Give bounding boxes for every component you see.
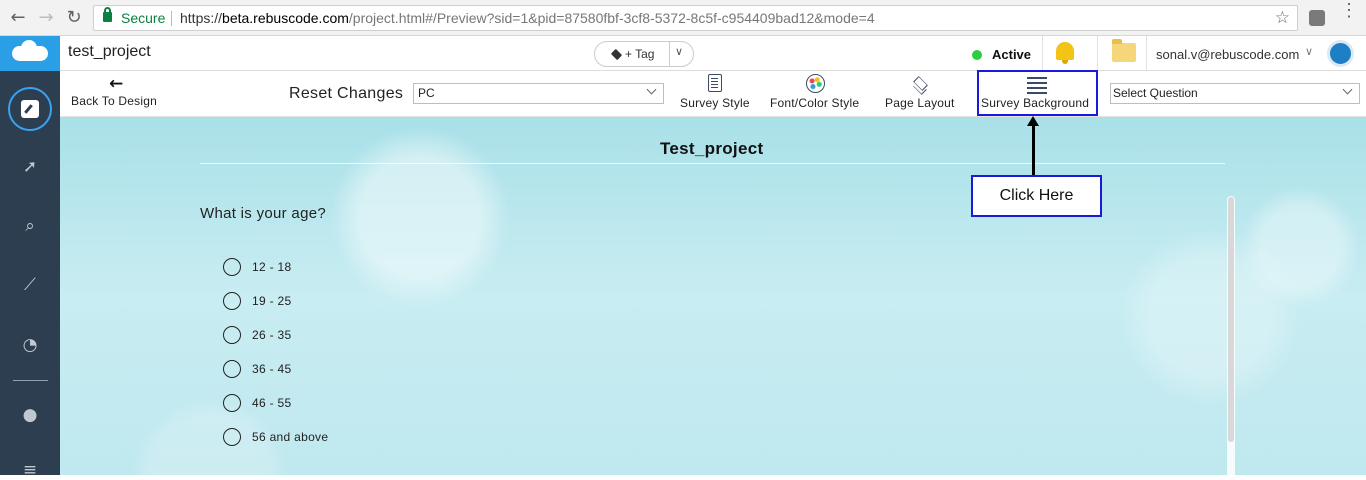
option-label[interactable]: 36 - 45 — [252, 362, 291, 376]
folder-icon[interactable] — [1112, 39, 1136, 62]
select-question-dropdown[interactable]: Select Question — [1110, 83, 1360, 104]
option-label[interactable]: 56 and above — [252, 430, 328, 444]
url-path: /project.html#/Preview?sid=1&pid=87580fb… — [348, 10, 875, 26]
url-text[interactable]: https://beta.rebuscode.com/project.html#… — [180, 6, 875, 30]
select-question-placeholder: Select Question — [1113, 86, 1198, 100]
secure-label: Secure — [121, 10, 166, 26]
project-name: test_project — [68, 43, 151, 60]
sidebar-divider — [13, 380, 48, 381]
reload-icon[interactable]: ↻ — [64, 8, 84, 28]
rocket-icon[interactable]: ➚ — [21, 158, 39, 176]
sidebar-item-design[interactable] — [8, 87, 52, 131]
survey-preview: Test_project What is your age? 12 - 18 1… — [60, 117, 1366, 475]
cloud-logo-icon — [12, 40, 48, 61]
header-divider — [1042, 36, 1043, 71]
font-color-style-button[interactable]: Font/Color Style — [770, 96, 859, 110]
url-scheme: https:// — [180, 10, 223, 26]
dashboard-icon[interactable]: ◔ — [21, 336, 39, 354]
status-badge[interactable]: Active — [992, 47, 1031, 62]
page-layout-button[interactable]: Page Layout — [885, 96, 955, 110]
chart-line-icon[interactable]: ⟋ — [21, 276, 39, 294]
radio-button[interactable] — [223, 428, 241, 446]
chevron-down-icon[interactable]: ∨ — [675, 45, 683, 58]
title-divider — [200, 163, 1225, 164]
app-logo[interactable] — [0, 36, 60, 71]
option-label[interactable]: 26 - 35 — [252, 328, 291, 342]
question-text: What is your age? — [200, 205, 326, 222]
arrow-left-icon[interactable]: ← — [109, 74, 123, 94]
edit-icon — [21, 100, 39, 118]
tag-label: + Tag — [625, 47, 655, 61]
user-icon[interactable]: ● — [21, 406, 39, 424]
chevron-down-icon — [646, 84, 657, 95]
extension-icon[interactable] — [1309, 10, 1325, 26]
radio-button[interactable] — [223, 360, 241, 378]
url-host: beta.rebuscode.com — [222, 10, 349, 26]
app-header: test_project + Tag ∨ Active sonal.v@rebu… — [0, 36, 1366, 71]
tag-icon — [610, 48, 623, 61]
search-icon[interactable]: ⌕ — [21, 217, 39, 235]
option-label[interactable]: 46 - 55 — [252, 396, 291, 410]
arrow-left-icon[interactable]: ← — [8, 8, 28, 28]
click-here-callout: Click Here — [971, 175, 1102, 217]
annotation-arrow — [1032, 122, 1035, 176]
browser-menu-icon[interactable]: ⋮ — [1340, 1, 1358, 30]
bookmark-star-icon[interactable]: ☆ — [1275, 6, 1290, 30]
option-label[interactable]: 12 - 18 — [252, 260, 291, 274]
survey-style-button[interactable]: Survey Style — [680, 96, 750, 110]
omnibox-divider — [171, 11, 172, 26]
sidebar: ➚ ⌕ ⟋ ◔ ● ≡ — [0, 71, 60, 479]
radio-button[interactable] — [223, 292, 241, 310]
back-to-design-button[interactable]: Back To Design — [71, 94, 157, 108]
palette-icon[interactable] — [806, 74, 825, 93]
design-toolbar: ← Back To Design Reset Changes PC Survey… — [60, 70, 1366, 117]
chevron-down-icon[interactable]: ∨ — [1305, 45, 1313, 58]
survey-title: Test_project — [660, 139, 764, 158]
device-select-value: PC — [418, 86, 435, 100]
status-dot-icon — [972, 50, 982, 60]
layers-icon[interactable] — [911, 78, 929, 92]
reset-changes-button[interactable]: Reset Changes — [289, 85, 403, 103]
arrow-right-icon[interactable]: → — [36, 8, 56, 28]
add-tag-button[interactable]: + Tag ∨ — [594, 41, 694, 67]
header-divider — [1097, 36, 1098, 71]
chevron-down-icon — [1342, 84, 1353, 95]
lock-icon — [103, 7, 112, 22]
user-email[interactable]: sonal.v@rebuscode.com — [1156, 47, 1299, 62]
highlight-box — [977, 70, 1098, 116]
tag-divider — [669, 42, 670, 66]
scrollbar-thumb[interactable] — [1228, 197, 1234, 442]
bell-icon[interactable] — [1056, 42, 1074, 64]
browser-toolbar: ← → ↻ Secure https://beta.rebuscode.com/… — [0, 0, 1366, 36]
radio-button[interactable] — [223, 326, 241, 344]
device-select[interactable]: PC — [413, 83, 664, 104]
header-divider — [1146, 36, 1147, 71]
radio-button[interactable] — [223, 394, 241, 412]
radio-button[interactable] — [223, 258, 241, 276]
database-icon[interactable]: ≡ — [21, 461, 39, 479]
document-icon[interactable] — [708, 74, 722, 92]
avatar[interactable] — [1327, 40, 1354, 67]
option-label[interactable]: 19 - 25 — [252, 294, 291, 308]
address-bar[interactable]: Secure https://beta.rebuscode.com/projec… — [93, 5, 1298, 31]
